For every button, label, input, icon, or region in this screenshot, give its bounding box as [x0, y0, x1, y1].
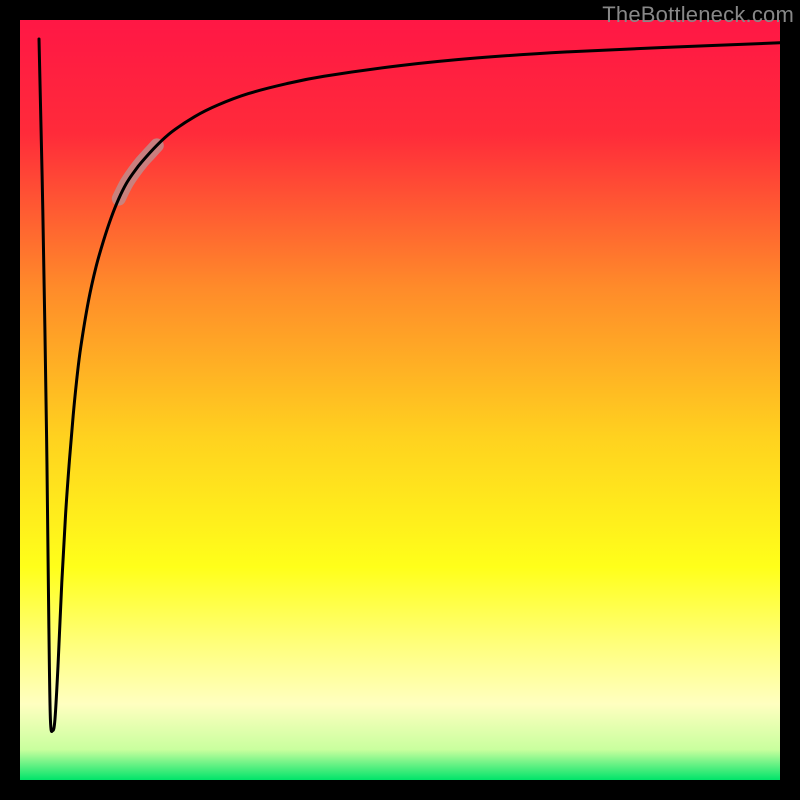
plot-background — [20, 20, 780, 780]
chart-container: TheBottleneck.com — [0, 0, 800, 800]
bottleneck-chart — [0, 0, 800, 800]
watermark-text: TheBottleneck.com — [602, 2, 794, 28]
